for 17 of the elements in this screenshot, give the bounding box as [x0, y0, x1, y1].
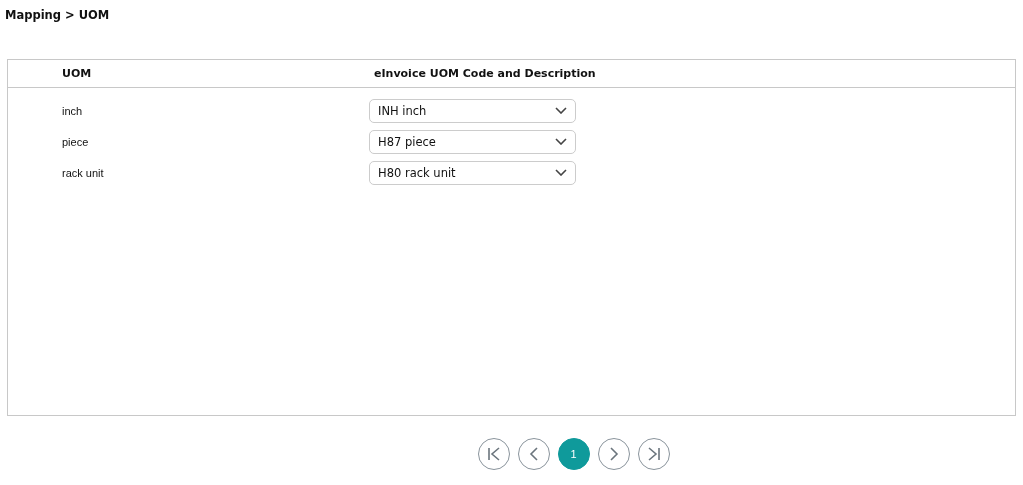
next-page-button[interactable]	[597, 438, 630, 470]
first-page-icon	[485, 446, 502, 462]
dropdown-field[interactable]: H87 piece	[369, 129, 576, 154]
table-cell-text: rack unit	[61, 166, 105, 179]
dropdown-field[interactable]: INH inch	[369, 98, 576, 123]
last-page-button[interactable]	[637, 438, 670, 470]
table-cell-text: piece	[61, 135, 90, 148]
first-page-button[interactable]	[477, 438, 510, 470]
chevron-down-icon	[555, 138, 567, 145]
table-cell-text: inch	[61, 104, 84, 117]
chevron-down-icon	[555, 107, 567, 114]
chevron-down-icon	[555, 169, 567, 176]
previous-page-button[interactable]	[517, 438, 550, 470]
column-header: UOM	[61, 67, 93, 80]
breadcrumb: Mapping > UOM	[5, 8, 111, 22]
column-header: eInvoice UOM Code and Description	[373, 67, 597, 80]
dropdown-field[interactable]: H80 rack unit	[369, 160, 576, 185]
